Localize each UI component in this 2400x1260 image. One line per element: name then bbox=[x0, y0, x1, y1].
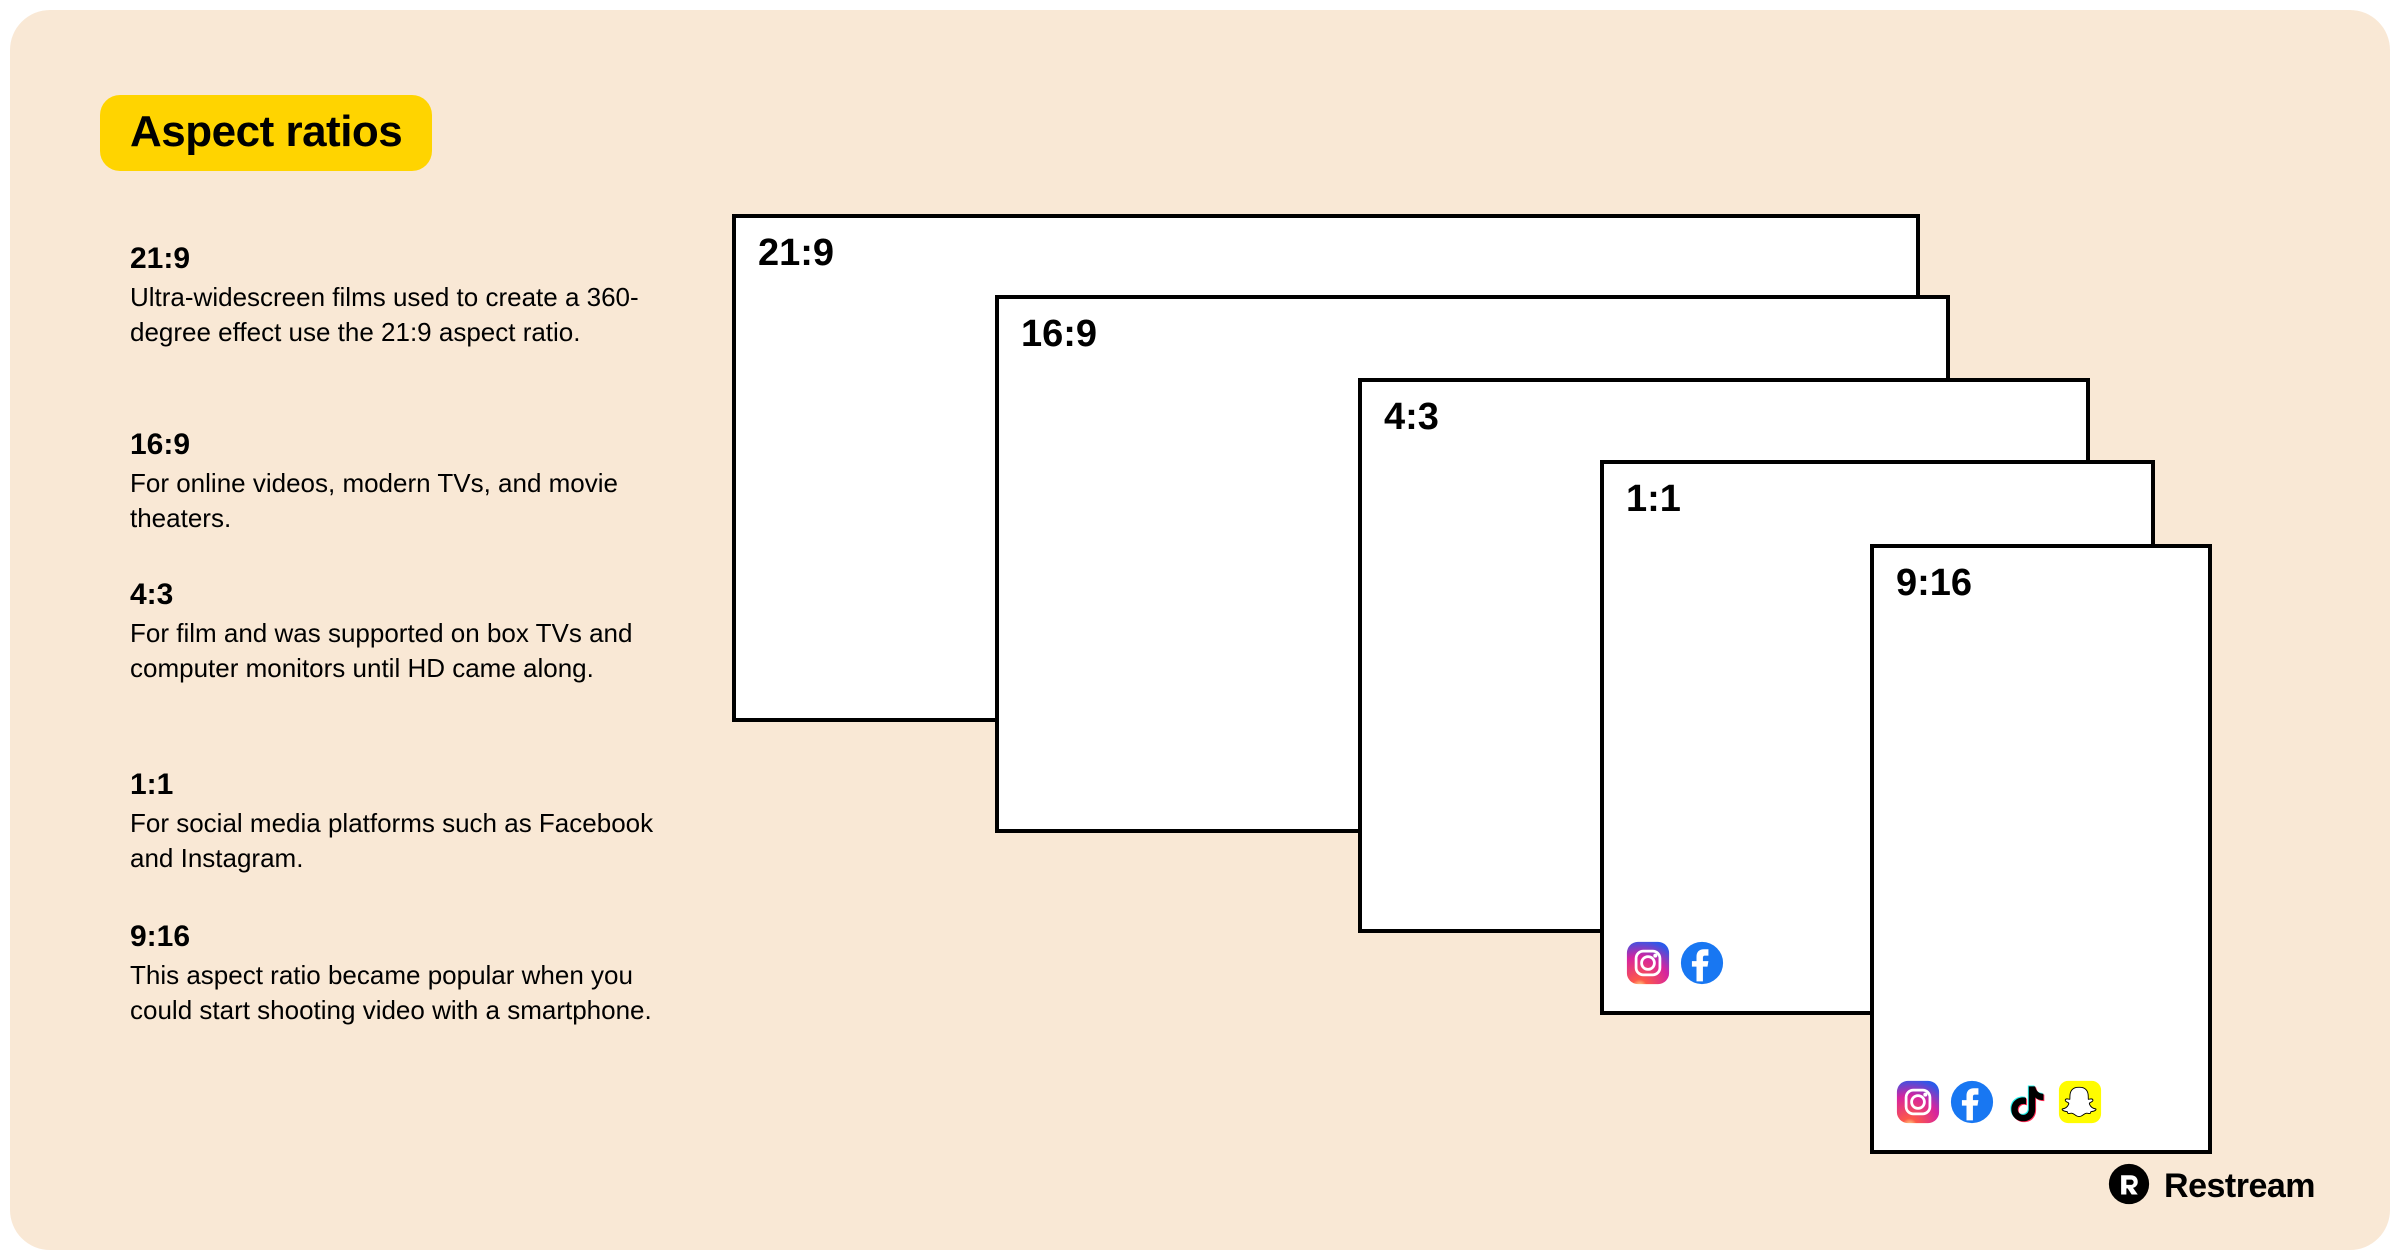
desc-block-4-3: 4:3 For film and was supported on box TV… bbox=[130, 578, 690, 686]
brand-logo: Restream bbox=[2108, 1163, 2315, 1210]
snapchat-icon bbox=[2058, 1080, 2102, 1124]
facebook-icon bbox=[1680, 941, 1724, 985]
ratio-label: 9:16 bbox=[1896, 562, 1972, 605]
desc-title: 16:9 bbox=[130, 428, 690, 462]
desc-block-9-16: 9:16 This aspect ratio became popular wh… bbox=[130, 920, 690, 1028]
facebook-icon bbox=[1950, 1080, 1994, 1124]
desc-text: Ultra-widescreen films used to create a … bbox=[130, 280, 690, 350]
desc-title: 21:9 bbox=[130, 242, 690, 276]
desc-block-21-9: 21:9 Ultra-widescreen films used to crea… bbox=[130, 242, 690, 350]
page-title: Aspect ratios bbox=[100, 95, 432, 171]
icons-row-1-1 bbox=[1626, 941, 1724, 985]
tiktok-icon bbox=[2004, 1080, 2048, 1124]
restream-mark-icon bbox=[2108, 1163, 2150, 1210]
instagram-icon bbox=[1626, 941, 1670, 985]
ratio-label: 21:9 bbox=[758, 232, 834, 275]
ratio-label: 16:9 bbox=[1021, 313, 1097, 356]
desc-title: 4:3 bbox=[130, 578, 690, 612]
desc-title: 1:1 bbox=[130, 768, 690, 802]
desc-title: 9:16 bbox=[130, 920, 690, 954]
desc-block-1-1: 1:1 For social media platforms such as F… bbox=[130, 768, 690, 876]
brand-name: Restream bbox=[2164, 1167, 2315, 1206]
instagram-icon bbox=[1896, 1080, 1940, 1124]
desc-block-16-9: 16:9 For online videos, modern TVs, and … bbox=[130, 428, 690, 536]
desc-text: For film and was supported on box TVs an… bbox=[130, 616, 690, 686]
ratio-label: 4:3 bbox=[1384, 396, 1439, 439]
desc-text: This aspect ratio became popular when yo… bbox=[130, 958, 690, 1028]
desc-text: For online videos, modern TVs, and movie… bbox=[130, 466, 690, 536]
ratio-label: 1:1 bbox=[1626, 478, 1681, 521]
ratio-box-9-16: 9:16 bbox=[1870, 544, 2212, 1154]
desc-text: For social media platforms such as Faceb… bbox=[130, 806, 690, 876]
icons-row-9-16 bbox=[1896, 1080, 2102, 1124]
diagram-canvas: Aspect ratios 21:9 Ultra-widescreen film… bbox=[10, 10, 2390, 1250]
